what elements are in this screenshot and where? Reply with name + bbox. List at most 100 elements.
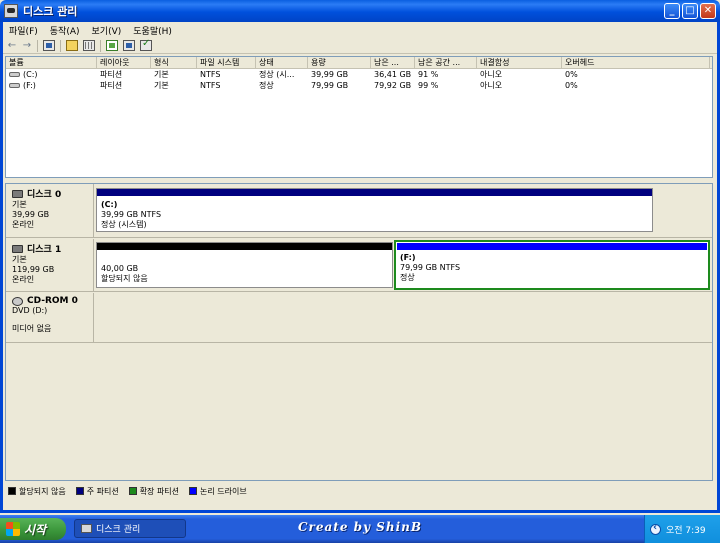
column-header-status[interactable]: 상태 [256, 57, 308, 68]
disk-name-row: CD-ROM 0 [12, 296, 93, 306]
unallocated-text: 40,00 GB 할당되지 않음 [101, 264, 148, 284]
legend-item: 논리 드라이브 [189, 486, 247, 497]
show-hidden-icons-icon[interactable] [650, 522, 661, 535]
legend-swatch-unallocated [8, 487, 16, 495]
start-button[interactable]: 시작 [0, 518, 66, 540]
close-button[interactable]: ✕ [700, 3, 716, 19]
column-header-capacity[interactable]: 용량 [308, 57, 371, 68]
disk-management-icon [81, 524, 92, 533]
disk-row-cdrom: CD-ROM 0 DVD (D:) 미디어 없음 [6, 293, 712, 343]
legend-label: 할당되지 않음 [19, 486, 66, 496]
maximize-button[interactable]: □ [682, 3, 698, 19]
taskbar-item-disk-management[interactable]: 디스크 관리 [74, 519, 186, 538]
toolbar-separator [60, 39, 61, 52]
hard-disk-icon [12, 244, 23, 253]
properties-icon[interactable] [66, 40, 78, 51]
drive-icon [9, 72, 20, 77]
cell-free-space: 36,41 GB [374, 70, 412, 79]
watermark-text: Create by ShinB [298, 520, 422, 534]
partition-status: 정상 (시스템) [101, 220, 147, 229]
partition-c[interactable]: (C:) 39,99 GB NTFS 정상 (시스템) [96, 188, 653, 232]
hard-disk-icon [12, 189, 23, 198]
start-label: 시작 [24, 522, 47, 537]
back-arrow-icon[interactable]: ← [7, 40, 17, 51]
minimize-button[interactable]: _ [664, 3, 680, 19]
partition-label: (F:) [400, 253, 416, 262]
column-header-type[interactable]: 형식 [151, 57, 197, 68]
disk-info-0[interactable]: 디스크 0 기본 39,99 GB 온라인 [6, 184, 94, 237]
disk-name-row: 디스크 0 [12, 187, 93, 200]
cell-overhead: 0% [565, 70, 578, 79]
cell-fault-tolerance: 아니오 [480, 81, 503, 90]
cdrom-status: 미디어 없음 [12, 324, 52, 333]
cell-status: 정상 [259, 81, 274, 90]
disk-graphical-view: 디스크 0 기본 39,99 GB 온라인 (C:) 39,99 GB NTFS… [5, 183, 713, 481]
partition-label: (C:) [101, 200, 118, 209]
cell-status: 정상 (시... [259, 70, 295, 79]
column-header-layout[interactable]: 레이아웃 [97, 57, 151, 68]
unallocated-status: 할당되지 않음 [101, 274, 148, 283]
disk-management-icon [4, 4, 18, 18]
cell-layout: 파티션 [100, 70, 123, 79]
cdrom-info[interactable]: CD-ROM 0 DVD (D:) 미디어 없음 [6, 293, 94, 342]
menu-bar: 파일(F) 동작(A) 보기(V) 도움말(H) [3, 22, 717, 38]
cell-overhead: 0% [565, 81, 578, 90]
column-header-file-system[interactable]: 파일 시스템 [197, 57, 256, 68]
windows-logo-icon [6, 522, 20, 536]
clock[interactable]: 오전 7:39 [666, 523, 706, 536]
console-tree-icon[interactable] [43, 40, 55, 51]
partition-f[interactable]: (F:) 79,99 GB NTFS 정상 [394, 240, 710, 290]
legend-item: 할당되지 않음 [8, 486, 66, 497]
volume-name: (C:) [23, 70, 38, 79]
disk-type: 기본 [12, 200, 27, 209]
cell-file-system: NTFS [200, 81, 221, 90]
column-header-overhead[interactable]: 오버헤드 [562, 57, 710, 68]
cell-type: 기본 [154, 70, 169, 79]
legend-label: 주 파티션 [86, 486, 119, 496]
table-row[interactable]: (C:) 파티션 기본 NTFS 정상 (시... 39,99 GB 36,41… [6, 69, 712, 80]
taskbar-item-label: 디스크 관리 [96, 525, 141, 535]
disk-status: 온라인 [12, 220, 35, 229]
unallocated-size: 40,00 GB [101, 264, 139, 273]
column-header-volume[interactable]: 볼륨 [6, 57, 97, 68]
unallocated-space[interactable]: 40,00 GB 할당되지 않음 [96, 242, 393, 288]
forward-arrow-icon[interactable]: → [22, 40, 32, 51]
disk-status: 온라인 [12, 275, 35, 284]
cell-fault-tolerance: 아니오 [480, 70, 503, 79]
cell-layout: 파티션 [100, 81, 123, 90]
column-header-fault-tolerance[interactable]: 내결함성 [477, 57, 562, 68]
volume-name: (F:) [23, 81, 36, 90]
cell-capacity: 39,99 GB [311, 70, 349, 79]
table-row[interactable]: (F:) 파티션 기본 NTFS 정상 79,99 GB 79,92 GB 99… [6, 80, 712, 91]
disk-type: 기본 [12, 255, 27, 264]
disk-row-1: 디스크 1 기본 119,99 GB 온라인 40,00 GB 할당되지 않음 … [6, 239, 712, 292]
toolbar-separator [37, 39, 38, 52]
window-controls: _ □ ✕ [664, 3, 716, 19]
unallocated-bar [97, 243, 392, 250]
column-header-free-space[interactable]: 남은 ... [371, 57, 415, 68]
rescan-icon[interactable] [123, 40, 135, 51]
disk-name: 디스크 1 [27, 245, 62, 255]
disk-size: 39,99 GB [12, 210, 50, 219]
check-disk-icon[interactable] [140, 38, 152, 51]
cell-volume: (C:) [6, 69, 97, 80]
menu-file[interactable]: 파일(F) [3, 24, 44, 37]
menu-action[interactable]: 동작(A) [44, 24, 86, 37]
list-view-icon[interactable] [83, 40, 95, 51]
menu-view[interactable]: 보기(V) [86, 24, 128, 37]
partition-c-text: (C:) 39,99 GB NTFS 정상 (시스템) [101, 200, 161, 230]
disk-info-1[interactable]: 디스크 1 기본 119,99 GB 온라인 [6, 239, 94, 291]
toolbar: ← → [3, 38, 717, 54]
legend: 할당되지 않음 주 파티션 확장 파티션 논리 드라이브 [5, 484, 713, 498]
toolbar-separator [100, 39, 101, 52]
logical-drive-bar [397, 243, 707, 250]
legend-label: 확장 파티션 [139, 486, 180, 496]
menu-help[interactable]: 도움말(H) [127, 24, 178, 37]
column-header-percent-free[interactable]: 남은 공간 ... [415, 57, 477, 68]
legend-swatch-primary [75, 487, 84, 495]
legend-swatch-extended [128, 487, 137, 495]
cdrom-name: CD-ROM 0 [27, 296, 78, 306]
refresh-icon[interactable] [106, 40, 118, 51]
title-bar: 디스크 관리 _ □ ✕ [0, 0, 720, 22]
partition-size: 79,99 GB NTFS [400, 263, 461, 272]
